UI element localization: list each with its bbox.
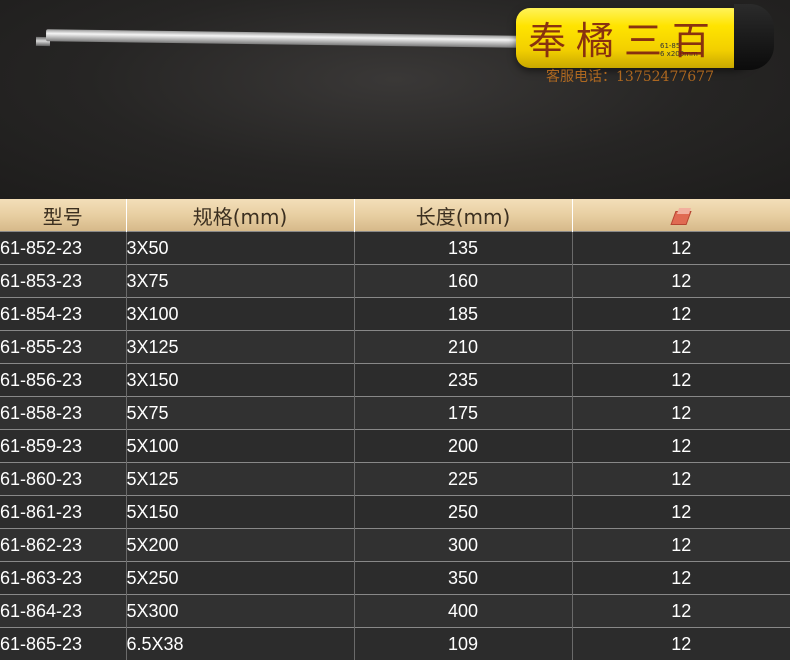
cell-spec: 3X125 xyxy=(126,331,354,364)
cell-length: 200 xyxy=(354,430,572,463)
table-row: 61-858-235X7517512 xyxy=(0,397,790,430)
cell-model: 61-865-23 xyxy=(0,628,126,660)
screwdriver-shaft xyxy=(46,29,532,48)
table-row: 61-856-233X15023512 xyxy=(0,364,790,397)
cell-length: 210 xyxy=(354,331,572,364)
table-row: 61-860-235X12522512 xyxy=(0,463,790,496)
product-banner: 61-85 6 x200mm 奉橘三百 客服电话：13752477677 xyxy=(0,0,790,199)
cell-model: 61-859-23 xyxy=(0,430,126,463)
table-row: 61-861-235X15025012 xyxy=(0,496,790,529)
cell-quantity: 12 xyxy=(572,562,790,595)
box-icon xyxy=(669,208,693,226)
cell-model: 61-853-23 xyxy=(0,265,126,298)
cell-quantity: 12 xyxy=(572,529,790,562)
cell-quantity: 12 xyxy=(572,397,790,430)
cell-length: 109 xyxy=(354,628,572,660)
cell-spec: 5X200 xyxy=(126,529,354,562)
cell-model: 61-852-23 xyxy=(0,232,126,265)
table-row: 61-855-233X12521012 xyxy=(0,331,790,364)
table-header-row: 型号 规格(mm) 长度(mm) xyxy=(0,199,790,232)
handle-end-cap xyxy=(734,4,774,70)
cell-length: 250 xyxy=(354,496,572,529)
cell-model: 61-863-23 xyxy=(0,562,126,595)
header-length: 长度(mm) xyxy=(354,199,572,232)
cell-quantity: 12 xyxy=(572,628,790,660)
cell-spec: 5X100 xyxy=(126,430,354,463)
cell-spec: 3X100 xyxy=(126,298,354,331)
table-row: 61-863-235X25035012 xyxy=(0,562,790,595)
cell-spec: 5X125 xyxy=(126,463,354,496)
cell-length: 400 xyxy=(354,595,572,628)
cell-length: 175 xyxy=(354,397,572,430)
cell-quantity: 12 xyxy=(572,595,790,628)
table-row: 61-854-233X10018512 xyxy=(0,298,790,331)
header-quantity xyxy=(572,199,790,232)
cell-model: 61-860-23 xyxy=(0,463,126,496)
cell-model: 61-861-23 xyxy=(0,496,126,529)
cell-quantity: 12 xyxy=(572,232,790,265)
cell-spec: 6.5X38 xyxy=(126,628,354,660)
cell-model: 61-864-23 xyxy=(0,595,126,628)
cell-quantity: 12 xyxy=(572,298,790,331)
cell-model: 61-854-23 xyxy=(0,298,126,331)
cell-length: 235 xyxy=(354,364,572,397)
cell-spec: 5X75 xyxy=(126,397,354,430)
cell-quantity: 12 xyxy=(572,364,790,397)
watermark-brand: 奉橘三百 xyxy=(528,10,720,65)
cell-model: 61-862-23 xyxy=(0,529,126,562)
cell-length: 135 xyxy=(354,232,572,265)
cell-length: 185 xyxy=(354,298,572,331)
cell-spec: 5X250 xyxy=(126,562,354,595)
cell-length: 350 xyxy=(354,562,572,595)
cell-spec: 3X75 xyxy=(126,265,354,298)
cell-length: 160 xyxy=(354,265,572,298)
cell-model: 61-856-23 xyxy=(0,364,126,397)
table-row: 61-865-236.5X3810912 xyxy=(0,628,790,660)
spec-table: 型号 规格(mm) 长度(mm) 61-852-233X501351261-85… xyxy=(0,199,790,660)
cell-quantity: 12 xyxy=(572,463,790,496)
cell-quantity: 12 xyxy=(572,331,790,364)
cell-model: 61-855-23 xyxy=(0,331,126,364)
cell-quantity: 12 xyxy=(572,430,790,463)
header-model: 型号 xyxy=(0,199,126,232)
cell-spec: 5X300 xyxy=(126,595,354,628)
table-body: 61-852-233X501351261-853-233X751601261-8… xyxy=(0,232,790,660)
cell-length: 225 xyxy=(354,463,572,496)
header-spec: 规格(mm) xyxy=(126,199,354,232)
table-row: 61-853-233X7516012 xyxy=(0,265,790,298)
table-row: 61-852-233X5013512 xyxy=(0,232,790,265)
cell-model: 61-858-23 xyxy=(0,397,126,430)
cell-spec: 5X150 xyxy=(126,496,354,529)
cell-length: 300 xyxy=(354,529,572,562)
cell-spec: 3X50 xyxy=(126,232,354,265)
table-row: 61-862-235X20030012 xyxy=(0,529,790,562)
table-row: 61-864-235X30040012 xyxy=(0,595,790,628)
cell-spec: 3X150 xyxy=(126,364,354,397)
cell-quantity: 12 xyxy=(572,496,790,529)
cell-quantity: 12 xyxy=(572,265,790,298)
table-row: 61-859-235X10020012 xyxy=(0,430,790,463)
watermark-contact: 客服电话：13752477677 xyxy=(546,66,714,86)
